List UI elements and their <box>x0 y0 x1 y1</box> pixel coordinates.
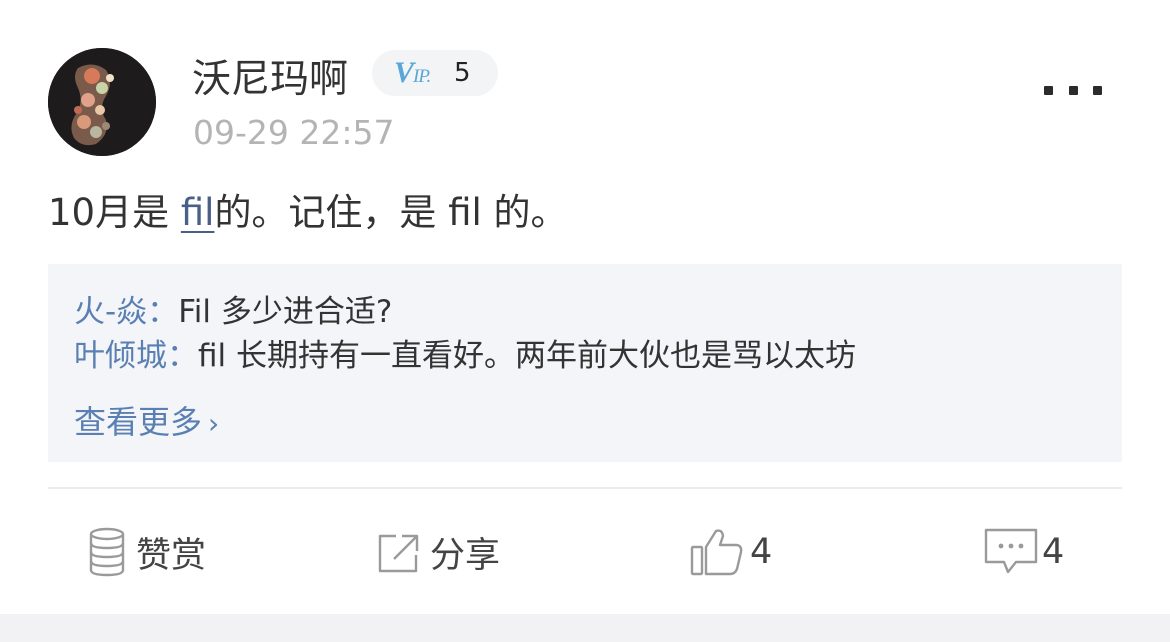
vip-badge[interactable]: VIP. 5 <box>372 50 498 96</box>
comment-author[interactable]: 叶倾城： <box>74 338 198 374</box>
coins-icon <box>89 527 125 577</box>
vip-level: 5 <box>454 58 471 88</box>
comments-preview[interactable]: 火-焱：Fil 多少进合适? 叶倾城：fil 长期持有一直看好。两年前大伙也是骂… <box>48 264 1122 462</box>
username[interactable]: 沃尼玛啊 <box>192 56 348 104</box>
comment-item[interactable]: 叶倾城：fil 长期持有一直看好。两年前大伙也是骂以太坊 <box>74 336 856 376</box>
avatar-image <box>48 48 156 156</box>
view-more-link[interactable]: 查看更多 › <box>74 402 219 444</box>
comment-button[interactable]: 4 <box>982 524 1064 580</box>
comment-item[interactable]: 火-焱：Fil 多少进合适? <box>74 292 392 332</box>
comment-text: fil 长期持有一直看好。两年前大伙也是骂以太坊 <box>198 338 856 374</box>
bottom-separator <box>0 614 1170 642</box>
more-icon-dot <box>1068 85 1078 95</box>
like-button[interactable]: 4 <box>690 524 772 580</box>
more-icon-dot <box>1093 85 1102 95</box>
reward-button[interactable]: 赞赏 <box>86 524 206 580</box>
chevron-right-icon: › <box>208 407 220 440</box>
more-icon-dot <box>1044 85 1053 95</box>
share-label: 分享 <box>430 535 501 576</box>
thumbs-up-icon <box>690 529 743 576</box>
like-count: 4 <box>750 532 773 572</box>
share-button[interactable]: 分享 <box>376 524 500 580</box>
topic-link-fil[interactable]: fil <box>181 191 215 234</box>
comment-author[interactable]: 火-焱： <box>74 294 178 330</box>
avatar[interactable] <box>48 48 156 156</box>
comment-icon <box>984 528 1038 574</box>
post-timestamp: 09-29 22:57 <box>193 113 395 152</box>
divider <box>48 487 1122 489</box>
share-icon <box>378 534 419 573</box>
vip-icon: VIP. <box>394 56 431 89</box>
post-content: 10月是 fil的。记住，是 fil 的。 <box>48 191 568 234</box>
more-options-button[interactable] <box>1044 76 1102 104</box>
comment-text: Fil 多少进合适? <box>178 294 393 330</box>
reward-label: 赞赏 <box>136 535 207 576</box>
comment-count: 4 <box>1042 532 1065 572</box>
